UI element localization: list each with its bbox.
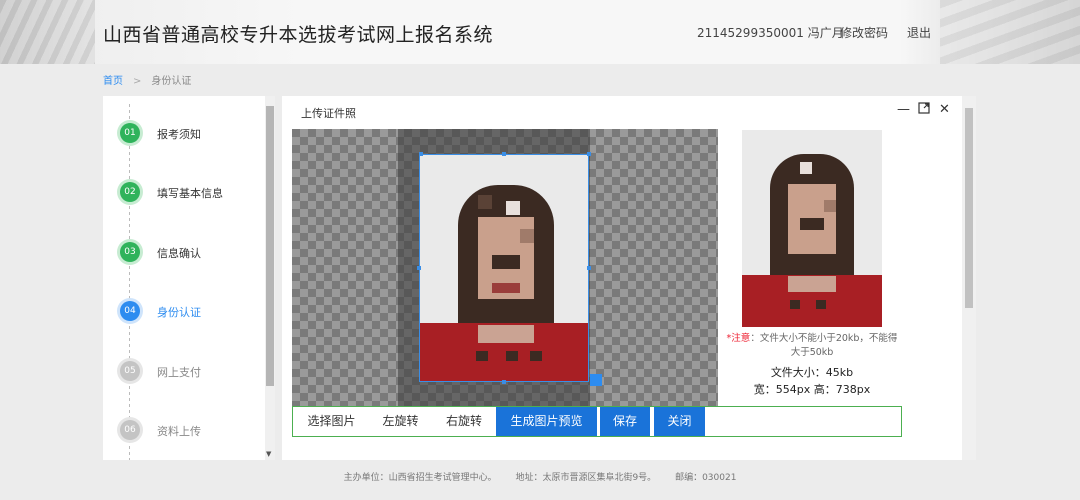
generate-preview-button[interactable]: 生成图片预览 (496, 407, 597, 436)
footer-organizer: 主办单位：山西省招生考试管理中心。 (343, 473, 497, 483)
step-item-notice[interactable]: 01 报考须知 (103, 121, 263, 145)
step-number: 04 (120, 301, 140, 321)
step-label: 网上支付 (157, 366, 201, 379)
rotate-right-button[interactable]: 右旋转 (433, 407, 495, 436)
user-info: 21145299350001 冯广月 (697, 26, 844, 40)
logout-link[interactable]: 退出 (907, 24, 931, 41)
site-title: 山西省普通高校专升本选拔考试网上报名系统 (103, 24, 494, 46)
upload-photo-dialog: 上传证件照 — ✕ *注意：文件大小不能小于20kb，不能得大于50kb 文件大… (282, 96, 962, 460)
file-dimensions-info: 宽：554px 高：738px (753, 383, 871, 396)
step-label: 填写基本信息 (157, 187, 223, 200)
breadcrumb: 首页 > 身份认证 (103, 72, 191, 87)
step-label: 信息确认 (157, 247, 201, 260)
crop-handle-top-right[interactable] (587, 152, 591, 156)
step-connector-line (129, 104, 130, 460)
crop-handle-bottom[interactable] (502, 380, 506, 384)
crop-handle-bottom-right[interactable] (590, 374, 602, 386)
minimize-icon[interactable]: — (897, 102, 910, 117)
breadcrumb-separator: > (133, 76, 142, 87)
step-number: 05 (120, 361, 140, 381)
dialog-title: 上传证件照 (301, 107, 356, 120)
header-decoration-right (940, 0, 1080, 64)
save-button[interactable]: 保存 (600, 407, 650, 436)
footer-address: 地址：太原市晋源区集阜北街9号。 (515, 473, 657, 483)
portrait-image (420, 155, 588, 381)
crop-handle-right[interactable] (587, 266, 591, 270)
close-button[interactable]: 关闭 (654, 407, 705, 436)
footer-postcode: 邮编：030021 (675, 473, 737, 483)
crop-handle-left[interactable] (417, 266, 421, 270)
file-size-notice: *注意：文件大小不能小于20kb，不能得大于50kb (722, 332, 902, 360)
dialog-scrollbar[interactable] (962, 96, 976, 460)
breadcrumb-current: 身份认证 (151, 76, 192, 87)
header-banner: 山西省普通高校专升本选拔考试网上报名系统 21145299350001 冯广月 … (0, 0, 1080, 64)
scrollbar-thumb[interactable] (965, 108, 973, 308)
header-decoration-left (0, 0, 95, 64)
breadcrumb-home-link[interactable]: 首页 (103, 76, 123, 87)
change-password-link[interactable]: 修改密码 (840, 24, 888, 41)
crop-handle-top[interactable] (502, 152, 506, 156)
step-label: 报考须知 (157, 128, 201, 141)
scroll-down-arrow-icon[interactable]: ▼ (266, 450, 271, 458)
step-label: 资料上传 (157, 425, 201, 438)
step-label: 身份认证 (157, 306, 201, 319)
close-icon[interactable]: ✕ (939, 102, 950, 117)
photo-toolbar: 选择图片 左旋转 右旋转 生成图片预览 保存 关闭 (292, 406, 902, 437)
step-item-basic-info[interactable]: 02 填写基本信息 (103, 180, 263, 204)
photo-preview (742, 130, 882, 327)
rotate-left-button[interactable]: 左旋转 (370, 407, 431, 436)
page-footer: 主办单位：山西省招生考试管理中心。 地址：太原市晋源区集阜北街9号。 邮编：03… (0, 470, 1080, 483)
step-number: 03 (120, 242, 140, 262)
preview-portrait-image (742, 130, 882, 327)
crop-handle-top-left[interactable] (419, 152, 423, 156)
file-size-info: 文件大小：45kb (770, 366, 854, 379)
step-number: 01 (120, 123, 140, 143)
step-number: 06 (120, 420, 140, 440)
step-sidebar: 01 报考须知 02 填写基本信息 03 信息确认 04 身份认证 05 网上支… (103, 96, 275, 460)
sidebar-scrollbar[interactable]: ▼ (265, 96, 275, 460)
scrollbar-thumb[interactable] (266, 106, 274, 386)
step-number: 02 (120, 182, 140, 202)
image-crop-area[interactable] (292, 129, 718, 407)
step-item-identity[interactable]: 04 身份认证 (103, 299, 263, 323)
select-image-button[interactable]: 选择图片 (293, 407, 370, 436)
maximize-icon[interactable] (918, 102, 930, 118)
crop-selection-box[interactable] (419, 154, 589, 382)
notice-label: *注意 (726, 333, 751, 344)
step-item-payment[interactable]: 05 网上支付 (103, 359, 263, 383)
step-item-upload[interactable]: 06 资料上传 (103, 418, 263, 442)
notice-text: ：文件大小不能小于20kb，不能得大于50kb (750, 333, 898, 358)
step-item-confirm[interactable]: 03 信息确认 (103, 240, 263, 264)
